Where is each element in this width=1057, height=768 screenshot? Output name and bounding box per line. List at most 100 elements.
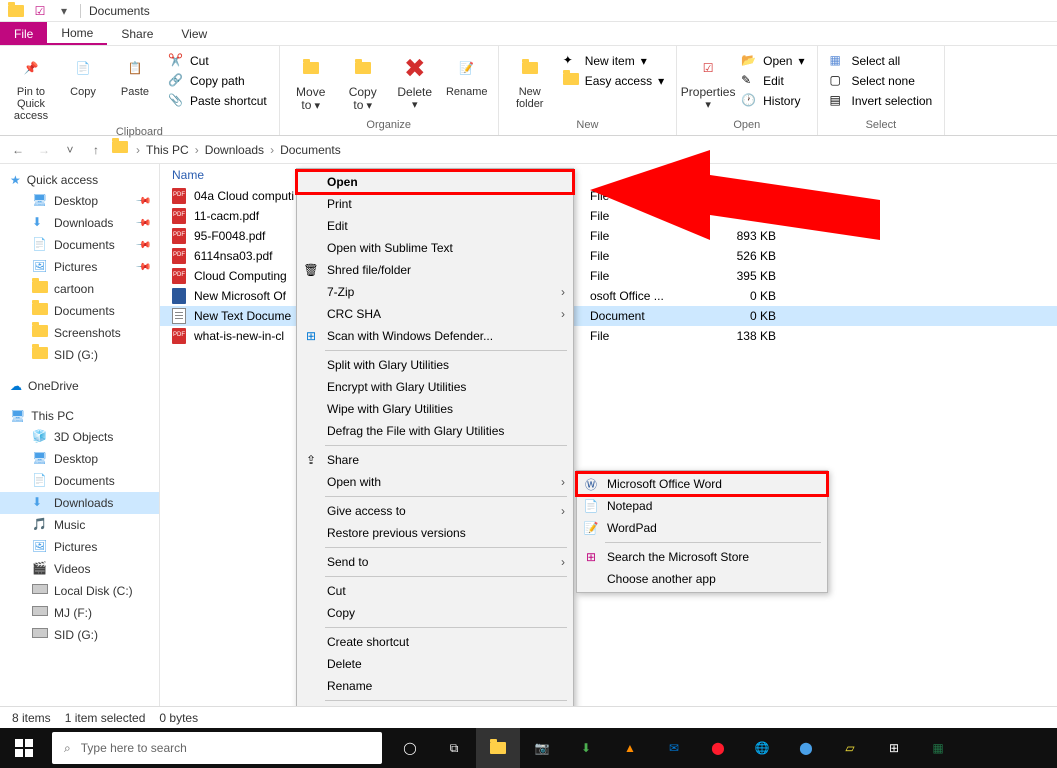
paste-shortcut-button[interactable]: 📎Paste shortcut [162, 92, 273, 110]
edit-button[interactable]: ✎Edit [735, 72, 810, 90]
rename-button[interactable]: 📝Rename [442, 50, 492, 100]
file-row[interactable]: 04a Cloud computi File [160, 186, 1057, 206]
open-with-submenu[interactable]: ⓌMicrosoft Office Word 📄Notepad 📝WordPad… [576, 470, 828, 593]
file-list-pane[interactable]: Name 04a Cloud computi File 11-cacm.pdf … [160, 164, 1057, 744]
cut-button[interactable]: ✂️Cut [162, 52, 273, 70]
sidebar-item[interactable]: 📄Documents [0, 234, 159, 256]
breadcrumb[interactable]: › This PC › Downloads › Documents [136, 143, 343, 157]
invert-selection-button[interactable]: ▤Invert selection [824, 92, 939, 110]
explorer-icon[interactable] [476, 728, 520, 768]
breadcrumb-item[interactable]: Documents [278, 143, 343, 157]
sidebar-item[interactable]: 🧊3D Objects [0, 426, 159, 448]
ctx-send-to[interactable]: Send to› [297, 551, 573, 573]
ctx-restore[interactable]: Restore previous versions [297, 522, 573, 544]
file-row[interactable]: what-is-new-in-cl File 138 KB [160, 326, 1057, 346]
sidebar-item[interactable]: Documents [0, 300, 159, 322]
ctx-delete[interactable]: Delete [297, 653, 573, 675]
easy-access-button[interactable]: Easy access ▾ [557, 72, 670, 90]
sidebar-item[interactable]: Local Disk (C:) [0, 580, 159, 602]
ctx-copy[interactable]: Copy [297, 602, 573, 624]
ctx-share[interactable]: ⇪Share [297, 449, 573, 471]
properties-button[interactable]: ☑Properties ▾ [683, 50, 733, 113]
delete-button[interactable]: ✖Delete ▾ [390, 50, 440, 113]
sidebar-onedrive[interactable]: ☁OneDrive [0, 376, 159, 396]
sidebar-item[interactable]: Screenshots [0, 322, 159, 344]
ctx-edit[interactable]: Edit [297, 215, 573, 237]
ctx-print[interactable]: Print [297, 193, 573, 215]
breadcrumb-item[interactable]: This PC [144, 143, 191, 157]
sidebar-item[interactable]: MJ (F:) [0, 602, 159, 624]
history-button[interactable]: 🕐History [735, 92, 810, 110]
ctx-give-access[interactable]: Give access to› [297, 500, 573, 522]
breadcrumb-item[interactable]: Downloads [203, 143, 266, 157]
tab-home[interactable]: Home [47, 22, 107, 45]
back-button[interactable]: ← [8, 140, 28, 160]
sidebar-item[interactable]: 🎬Videos [0, 558, 159, 580]
sidebar-item[interactable]: 🖥Desktop [0, 190, 159, 212]
mail-icon[interactable]: ✉ [652, 728, 696, 768]
column-type[interactable] [582, 168, 692, 182]
copy-path-button[interactable]: 🔗Copy path [162, 72, 273, 90]
openwith-word[interactable]: ⓌMicrosoft Office Word [577, 473, 827, 495]
pin-quick-access-button[interactable]: 📌Pin to Quick access [6, 50, 56, 124]
file-row[interactable]: Cloud Computing File 395 KB [160, 266, 1057, 286]
qat-dropdown-icon[interactable]: ▾ [56, 3, 72, 19]
cortana-icon[interactable]: ◯ [388, 728, 432, 768]
sidebar-item[interactable]: SID (G:) [0, 344, 159, 366]
ctx-shred[interactable]: 🗑Shred file/folder [297, 259, 573, 281]
ctx-split[interactable]: Split with Glary Utilities [297, 354, 573, 376]
start-button[interactable] [0, 728, 48, 768]
calculator-icon[interactable]: ⊞ [872, 728, 916, 768]
ctx-open[interactable]: Open [297, 171, 573, 193]
tab-file[interactable]: File [0, 22, 47, 45]
ctx-defrag[interactable]: Defrag the File with Glary Utilities [297, 420, 573, 442]
file-row[interactable]: 11-cacm.pdf File [160, 206, 1057, 226]
task-view-icon[interactable]: ⧉ [432, 728, 476, 768]
properties-quick-icon[interactable]: ☑ [32, 3, 48, 19]
sidebar-item[interactable]: 🖼Pictures [0, 256, 159, 278]
ctx-create-shortcut[interactable]: Create shortcut [297, 631, 573, 653]
navigation-pane[interactable]: ★Quick access 🖥Desktop⬇Downloads📄Documen… [0, 164, 160, 744]
sidebar-item[interactable]: 🖥Desktop [0, 448, 159, 470]
ctx-crcsha[interactable]: CRC SHA› [297, 303, 573, 325]
sidebar-this-pc[interactable]: 🖥This PC [0, 406, 159, 426]
select-all-button[interactable]: ▦Select all [824, 52, 939, 70]
tab-view[interactable]: View [167, 22, 221, 45]
idm-icon[interactable]: ⬇ [564, 728, 608, 768]
notes-icon[interactable]: ▱ [828, 728, 872, 768]
ctx-7zip[interactable]: 7-Zip› [297, 281, 573, 303]
copy-to-button[interactable]: Copy to ▾ [338, 50, 388, 114]
select-none-button[interactable]: ▢Select none [824, 72, 939, 90]
file-row[interactable]: 95-F0048.pdf File 893 KB [160, 226, 1057, 246]
sidebar-quick-access[interactable]: ★Quick access [0, 170, 159, 190]
openwith-wordpad[interactable]: 📝WordPad [577, 517, 827, 539]
sidebar-item[interactable]: 📄Documents [0, 470, 159, 492]
ctx-cut[interactable]: Cut [297, 580, 573, 602]
openwith-notepad[interactable]: 📄Notepad [577, 495, 827, 517]
vlc-icon[interactable]: ▲ [608, 728, 652, 768]
sidebar-item[interactable]: 🖼Pictures [0, 536, 159, 558]
ctx-sublime[interactable]: Open with Sublime Text [297, 237, 573, 259]
up-button[interactable]: ↑ [86, 140, 106, 160]
ctx-defender[interactable]: ⊞Scan with Windows Defender... [297, 325, 573, 347]
sidebar-item[interactable]: SID (G:) [0, 624, 159, 646]
sidebar-item[interactable]: 🎵Music [0, 514, 159, 536]
camera-icon[interactable]: 📷 [520, 728, 564, 768]
file-row[interactable]: 6114nsa03.pdf File 526 KB [160, 246, 1057, 266]
sidebar-item[interactable]: ⬇Downloads [0, 492, 159, 514]
move-to-button[interactable]: Move to ▾ [286, 50, 336, 114]
recent-button[interactable]: ˅ [60, 140, 80, 160]
taskbar-search[interactable]: ⌕Type here to search [52, 732, 382, 764]
file-row[interactable]: New Text Docume Document 0 KB [160, 306, 1057, 326]
file-row[interactable]: New Microsoft Of osoft Office ... 0 KB [160, 286, 1057, 306]
column-headers[interactable]: Name [160, 164, 1057, 186]
copy-button[interactable]: 📄Copy [58, 50, 108, 100]
sidebar-item[interactable]: cartoon [0, 278, 159, 300]
excel-icon[interactable]: ▦ [916, 728, 960, 768]
openwith-choose[interactable]: Choose another app [577, 568, 827, 590]
context-menu[interactable]: Open Print Edit Open with Sublime Text 🗑… [296, 168, 574, 729]
chromium-icon[interactable]: ⬤ [784, 728, 828, 768]
ctx-open-with[interactable]: Open with› [297, 471, 573, 493]
new-folder-button[interactable]: New folder [505, 50, 555, 112]
paste-button[interactable]: 📋Paste [110, 50, 160, 100]
